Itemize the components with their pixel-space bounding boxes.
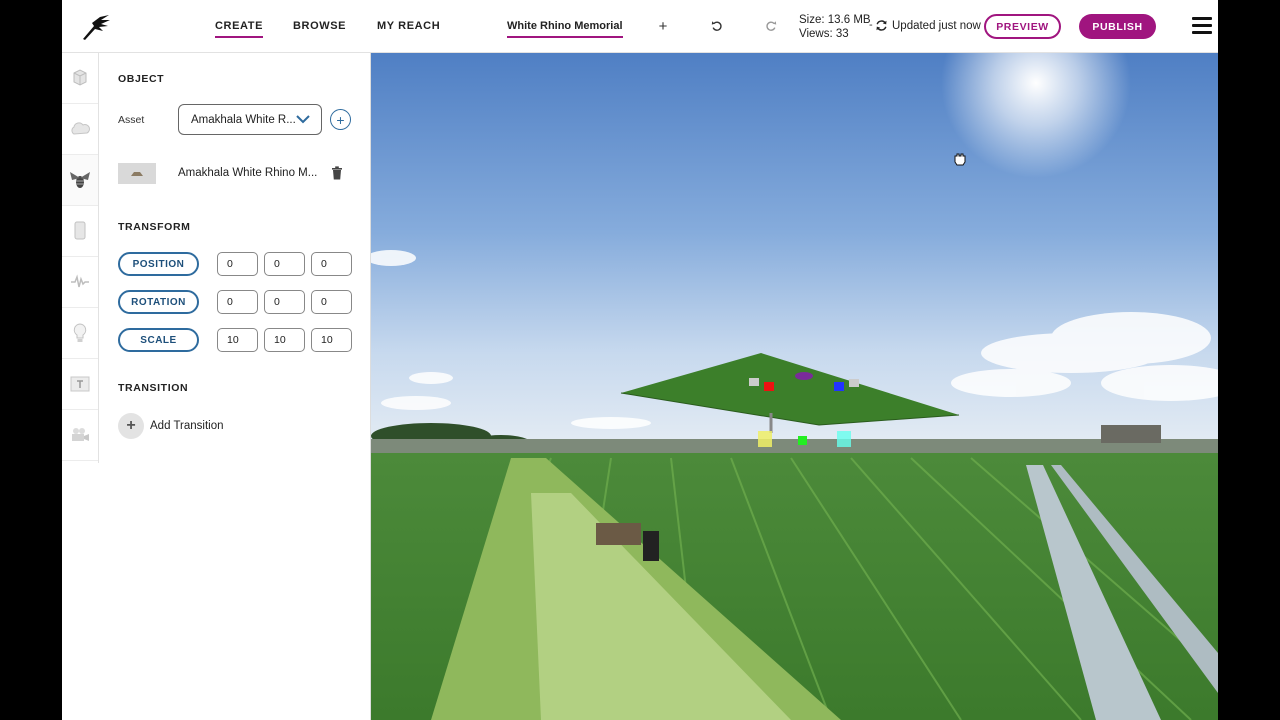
rail-item-object[interactable] — [62, 53, 98, 104]
preview-button[interactable]: PREVIEW — [984, 14, 1061, 39]
bee-icon — [70, 172, 90, 188]
cube-icon — [73, 69, 87, 86]
lightbulb-icon — [73, 323, 87, 342]
scene-viewport[interactable] — [371, 53, 1218, 720]
scale-button[interactable]: SCALE — [118, 328, 199, 352]
rhino-thumbnail-icon — [131, 171, 143, 176]
add-transition-button[interactable]: + Add Transition — [118, 413, 224, 439]
wooden-box — [596, 523, 641, 545]
scale-z-input[interactable]: 10 — [311, 328, 352, 352]
rotation-button[interactable]: ROTATION — [118, 290, 199, 314]
asset-label: Asset — [118, 114, 145, 126]
plus-icon: + — [336, 111, 345, 128]
undo-button[interactable] — [706, 15, 728, 37]
asset-thumbnail — [118, 163, 156, 184]
rail-item-audio[interactable] — [62, 257, 98, 308]
app-window: CREATE BROWSE MY REACH White Rhino Memor… — [62, 0, 1218, 720]
redo-button[interactable] — [760, 15, 782, 37]
project-title[interactable]: White Rhino Memorial — [507, 20, 623, 38]
transform-section-title: TRANSFORM — [118, 221, 191, 233]
sync-icon — [876, 20, 887, 31]
text-icon — [70, 376, 90, 392]
save-status: Updated just now — [875, 19, 981, 32]
position-x-input[interactable]: 0 — [217, 252, 258, 276]
cloud-icon — [71, 122, 90, 135]
updated-text: Updated just now — [892, 19, 981, 32]
redo-icon — [766, 21, 777, 31]
scale-x-input[interactable]: 10 — [217, 328, 258, 352]
object-section-title: OBJECT — [118, 73, 165, 85]
transition-section-title: TRANSITION — [118, 382, 189, 394]
tool-rail — [62, 53, 99, 463]
nav-my-reach[interactable]: MY REACH — [377, 20, 440, 32]
rotation-y-input[interactable]: 0 — [264, 290, 305, 314]
rail-item-lighting[interactable] — [62, 308, 98, 359]
chevron-down-icon — [296, 115, 310, 124]
add-asset-button[interactable]: + — [330, 109, 351, 130]
grab-hand-cursor — [954, 153, 966, 166]
brand-logo[interactable] — [80, 12, 112, 42]
video-camera-icon — [72, 428, 89, 441]
position-y-input[interactable]: 0 — [264, 252, 305, 276]
phone-icon — [74, 221, 86, 240]
scene-canvas[interactable] — [371, 53, 1218, 720]
views-label: Views: 33 — [799, 28, 849, 40]
waveform-icon — [71, 274, 89, 288]
nav-browse[interactable]: BROWSE — [293, 20, 346, 32]
menu-icon[interactable] — [1192, 17, 1212, 35]
rail-item-device[interactable] — [62, 206, 98, 257]
project-stats: Size: 13.6 MB Views: 33 — [799, 13, 871, 41]
rail-item-environment[interactable] — [62, 104, 98, 155]
rail-item-text[interactable] — [62, 359, 98, 410]
rail-item-video[interactable] — [62, 410, 98, 461]
properties-panel: OBJECT Asset Amakhala White R... + Amakh… — [99, 53, 371, 720]
asset-select-value: Amakhala White R... — [191, 113, 296, 126]
plus-icon: + — [118, 413, 144, 439]
nav-create[interactable]: CREATE — [215, 20, 264, 38]
top-bar: CREATE BROWSE MY REACH White Rhino Memor… — [62, 0, 1218, 53]
asset-item-name: Amakhala White Rhino M... — [178, 167, 318, 179]
rail-item-animation[interactable] — [62, 155, 98, 206]
undo-icon — [711, 21, 722, 31]
post — [643, 531, 659, 561]
asset-select[interactable]: Amakhala White R... — [178, 104, 322, 135]
trash-icon[interactable] — [331, 166, 343, 180]
rotation-x-input[interactable]: 0 — [217, 290, 258, 314]
scale-y-input[interactable]: 10 — [264, 328, 305, 352]
position-z-input[interactable]: 0 — [311, 252, 352, 276]
rotation-z-input[interactable]: 0 — [311, 290, 352, 314]
add-transition-label: Add Transition — [150, 420, 224, 432]
add-button[interactable]: + — [652, 15, 674, 37]
stats-separator: - — [869, 19, 873, 31]
position-button[interactable]: POSITION — [118, 252, 199, 276]
publish-button[interactable]: PUBLISH — [1079, 14, 1156, 39]
size-label: Size: 13.6 MB — [799, 14, 871, 26]
